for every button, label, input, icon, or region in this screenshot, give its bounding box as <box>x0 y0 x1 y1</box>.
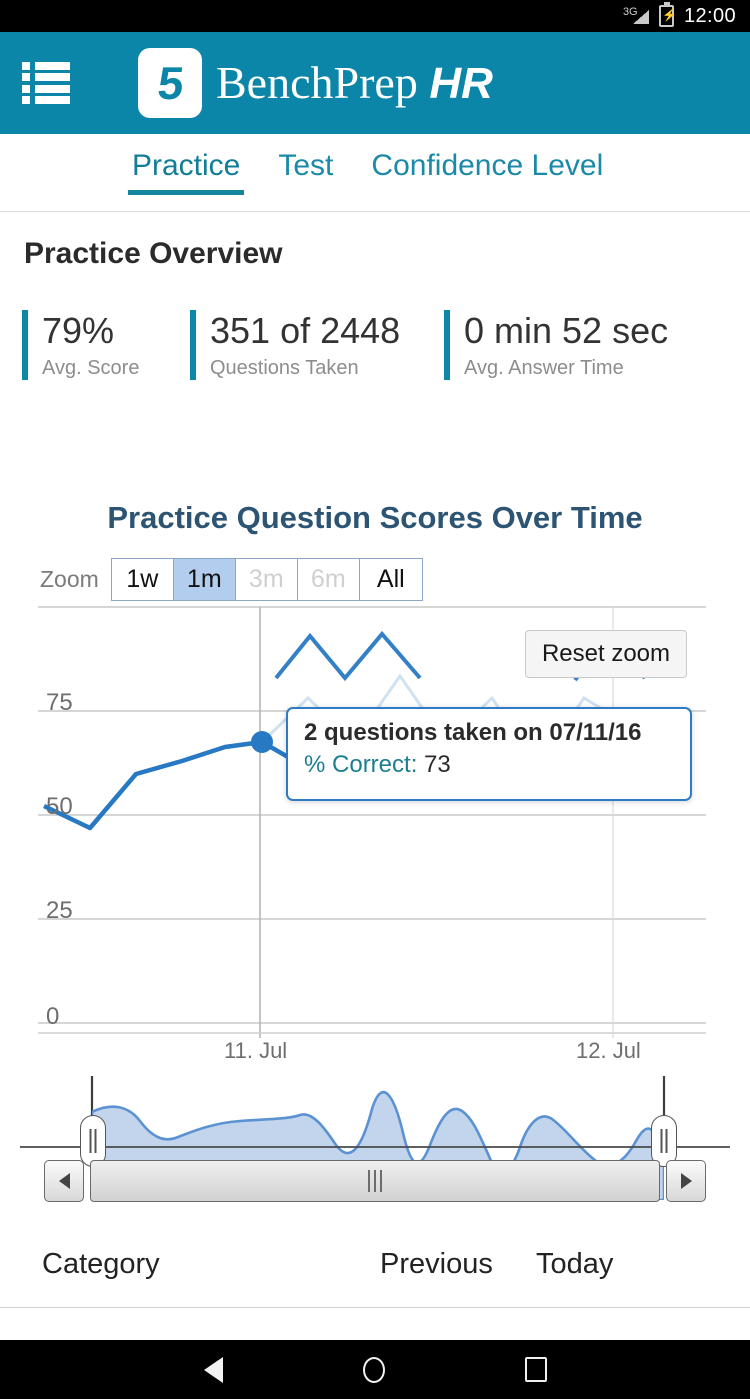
category-table-header: Category Previous Today <box>0 1248 750 1308</box>
page-title: Practice Overview <box>24 237 283 270</box>
stat-value: 79% <box>42 310 115 351</box>
handle-grip-icon <box>660 1129 668 1153</box>
app-bar: 5 BenchPrep HR <box>0 32 750 134</box>
x-axis-tick-1: 11. Jul <box>224 1038 288 1063</box>
handle-grip-icon <box>89 1129 97 1153</box>
tooltip-series-key: % Correct: <box>304 751 418 778</box>
home-icon[interactable] <box>362 1356 385 1383</box>
stat-avg-answer-time: 0 min 52 sec Avg. Answer Time <box>444 310 680 381</box>
stat-questions-taken: 351 of 2448 Questions Taken <box>190 310 444 381</box>
tooltip-series: % Correct: 73 <box>304 751 674 779</box>
stat-label: Avg. Answer Time <box>464 357 624 380</box>
tab-test[interactable]: Test <box>274 143 337 203</box>
stat-value: 351 of 2448 <box>210 310 401 351</box>
recents-icon[interactable] <box>524 1357 547 1382</box>
zoom-button-1w[interactable]: 1w <box>111 559 174 600</box>
battery-charging-icon: ⚡ <box>658 2 677 27</box>
scroll-grip-icon <box>368 1170 382 1192</box>
stat-accent-bar <box>190 310 196 381</box>
reset-zoom-button[interactable]: Reset zoom <box>525 630 687 678</box>
stat-label: Avg. Score <box>42 357 140 380</box>
stat-accent-bar <box>444 310 450 381</box>
bolt-glyph: ⚡ <box>661 8 677 22</box>
brand-suffix: HR <box>429 59 493 108</box>
selected-data-point <box>251 731 273 753</box>
scroll-right-icon[interactable] <box>666 1160 706 1202</box>
scroll-left-icon[interactable] <box>44 1160 84 1202</box>
chart-tooltip: 2 questions taken on 07/11/16 % Correct:… <box>286 707 692 801</box>
column-header-today: Today <box>536 1248 614 1280</box>
stats-row: 79% Avg. Score 351 of 2448 Questions Tak… <box>22 310 732 381</box>
chart-title: Practice Question Scores Over Time <box>107 500 643 535</box>
x-axis-tick-2: 12. Jul <box>576 1038 641 1063</box>
y-axis-tick: 75 <box>46 689 73 716</box>
back-icon[interactable] <box>203 1356 223 1383</box>
brand-logo: 5 BenchPrep HR <box>138 48 493 118</box>
tab-bar: Practice Test Confidence Level <box>0 134 750 212</box>
status-bar: 3G ⚡ 12:00 <box>0 0 750 32</box>
column-header-previous: Previous <box>380 1248 493 1280</box>
tab-confidence-level[interactable]: Confidence Level <box>367 143 607 203</box>
stat-accent-bar <box>22 310 28 381</box>
stat-value: 0 min 52 sec <box>464 310 669 351</box>
stat-label: Questions Taken <box>210 357 359 380</box>
logo-glyph: 5 <box>155 57 185 109</box>
zoom-control: Zoom 1w 1m 3m 6m All <box>40 558 423 601</box>
scrollbar-thumb[interactable] <box>90 1160 660 1202</box>
zoom-button-6m: 6m <box>297 559 360 600</box>
brand-name: BenchPrep HR <box>216 60 493 106</box>
benchprep-logo-icon: 5 <box>138 48 202 118</box>
stat-avg-score: 79% Avg. Score <box>22 310 190 381</box>
zoom-button-group: 1w 1m 3m 6m All <box>110 558 423 601</box>
y-axis-tick: 0 <box>46 1003 59 1030</box>
tooltip-series-value: 73 <box>424 751 451 778</box>
tooltip-headline: 2 questions taken on 07/11/16 <box>304 719 642 746</box>
zoom-button-3m: 3m <box>235 559 298 600</box>
signal-bars-icon <box>632 10 649 24</box>
status-time: 12:00 <box>683 4 736 27</box>
zoom-button-all[interactable]: All <box>359 559 422 600</box>
brand-word: BenchPrep <box>216 57 418 108</box>
chart-scrollbar <box>44 1160 706 1202</box>
phone-screen: 3G ⚡ 12:00 5 BenchPrep HR Practice Test … <box>0 0 750 1399</box>
tab-practice[interactable]: Practice <box>128 143 245 203</box>
list-menu-icon[interactable] <box>22 62 70 104</box>
signal-icon: 3G <box>623 6 649 26</box>
y-axis-tick: 25 <box>46 897 73 924</box>
y-axis-tick: 50 <box>46 793 73 820</box>
zoom-button-1m[interactable]: 1m <box>173 559 236 600</box>
zoom-label: Zoom <box>40 566 99 592</box>
android-nav-bar <box>0 1340 750 1399</box>
column-header-category: Category <box>42 1248 160 1280</box>
